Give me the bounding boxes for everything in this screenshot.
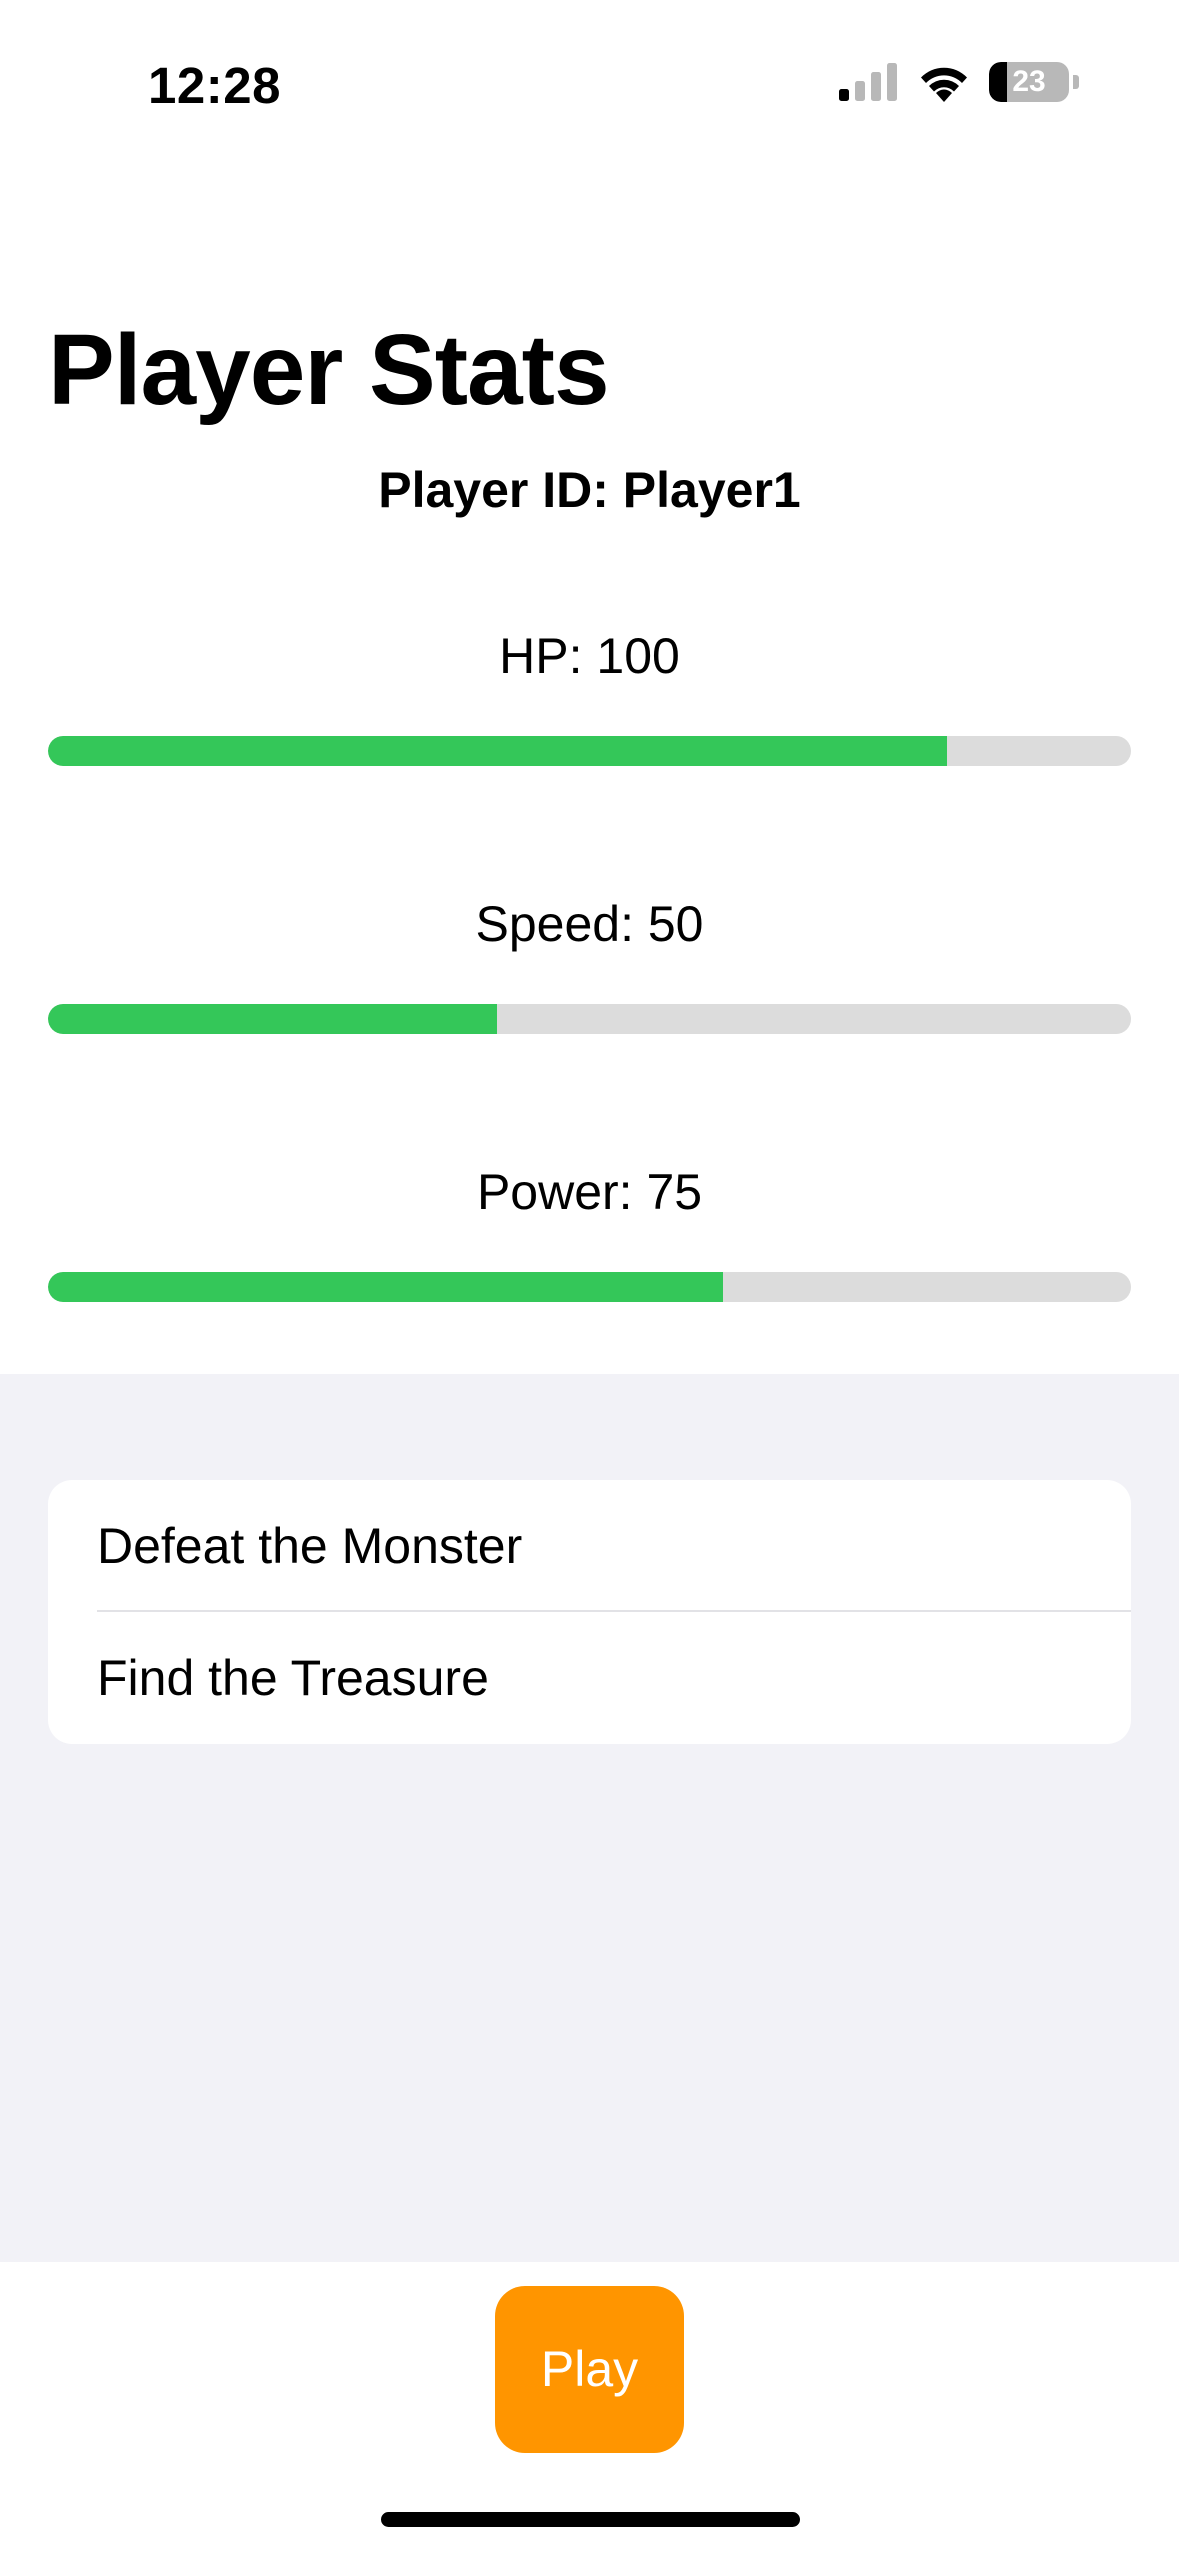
status-bar: 12:28 23 — [0, 0, 1179, 170]
battery-icon: 23 — [989, 62, 1069, 102]
home-indicator[interactable] — [381, 2512, 800, 2527]
hp-progress-bar — [48, 736, 1131, 766]
stat-label-power: Power: 75 — [476, 1164, 703, 1220]
speed-progress-fill — [48, 1004, 498, 1034]
hp-progress-fill — [48, 736, 947, 766]
battery-level: 23 — [1012, 65, 1046, 98]
power-progress-fill — [48, 1272, 723, 1302]
status-time: 12:28 — [148, 57, 281, 114]
screen: 12:28 23 Player Stats Player ID: Player1… — [0, 0, 1179, 2556]
stat-label-hp: HP: 100 — [499, 628, 680, 684]
wifi-icon — [921, 67, 967, 102]
quest-list: Defeat the Monster Find the Treasure — [48, 1480, 1131, 1744]
stat-label-speed: Speed: 50 — [475, 896, 704, 952]
player-id: Player ID: Player1 — [378, 462, 801, 518]
quest-item-label: Find the Treasure — [97, 1650, 489, 1706]
quest-item-find-treasure[interactable]: Find the Treasure — [48, 1612, 1131, 1744]
battery-cap — [1073, 75, 1079, 89]
cellular-signal-icon — [839, 63, 897, 101]
quest-item-label: Defeat the Monster — [97, 1518, 523, 1574]
page-title: Player Stats — [48, 314, 610, 426]
power-progress-bar — [48, 1272, 1131, 1302]
status-icons: 23 — [839, 62, 1079, 102]
quest-item-defeat-monster[interactable]: Defeat the Monster — [48, 1480, 1131, 1612]
play-button[interactable]: Play — [495, 2286, 684, 2453]
speed-progress-bar — [48, 1004, 1131, 1034]
